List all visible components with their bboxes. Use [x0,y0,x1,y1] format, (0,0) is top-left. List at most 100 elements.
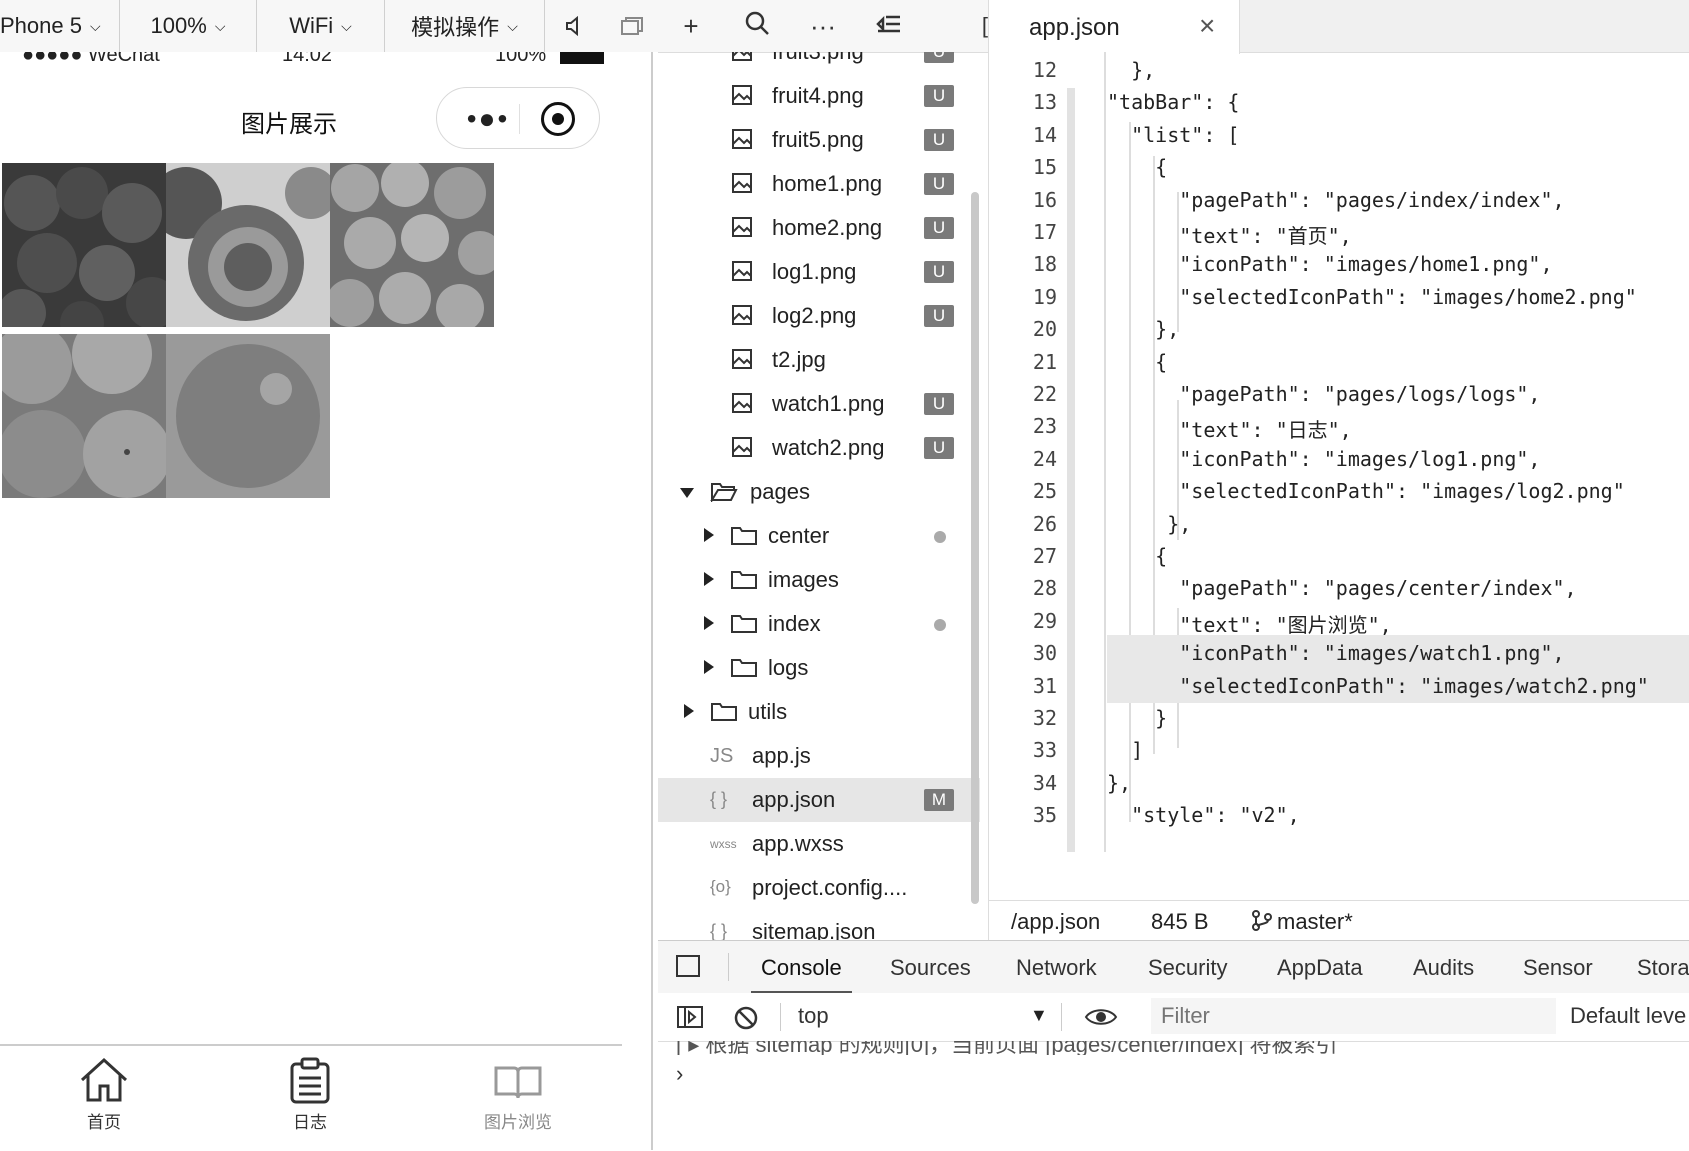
tree-folder-pages[interactable]: pages [658,470,980,514]
code-line[interactable]: 12 }, [989,52,1689,87]
console-filter-input[interactable] [1151,998,1556,1034]
folder-icon [731,571,757,589]
code-line[interactable]: 29 "text": "图片浏览", [989,603,1689,638]
code-line[interactable]: 19 "selectedIconPath": "images/home2.png… [989,279,1689,314]
fruit-image[interactable] [2,334,166,498]
tab-security[interactable]: Security [1148,955,1227,981]
code-line[interactable]: 26 }, [989,506,1689,541]
file-name: watch1.png [772,391,885,416]
clear-console-icon[interactable] [733,1005,759,1031]
tab-home[interactable]: 首页 [34,1056,174,1133]
code-line[interactable]: 16 "pagePath": "pages/index/index", [989,182,1689,217]
caret-right-icon [704,572,714,586]
tree-folder[interactable]: logs [658,646,980,690]
tab-app-json[interactable]: app.json × [989,0,1240,54]
tab-sources[interactable]: Sources [890,955,971,981]
tree-file[interactable]: watch2.png U [658,426,980,470]
operation-select[interactable]: 模拟操作 ⌵ [385,0,545,52]
code-line[interactable]: 24 "iconPath": "images/log1.png", [989,441,1689,476]
code-line[interactable]: 20 }, [989,311,1689,346]
network-select[interactable]: WiFi ⌵ [257,0,385,52]
inspect-element-icon[interactable] [676,955,700,977]
line-number: 14 [1032,122,1057,147]
tab-console[interactable]: Console [751,955,852,994]
log-levels-select[interactable]: Default leve [1570,1003,1686,1029]
code-line[interactable]: 22 "pagePath": "pages/logs/logs", [989,376,1689,411]
code-line[interactable]: 17 "text": "首页", [989,214,1689,249]
tree-file[interactable]: fruit5.png U [658,118,980,162]
tree-file-selected[interactable]: { } app.json M [658,778,980,822]
code-line[interactable]: 35 "style": "v2", [989,797,1689,832]
code-line[interactable]: 31 "selectedIconPath": "images/watch2.pn… [989,667,1689,703]
tree-file[interactable]: fruit3.png U [658,52,980,74]
code-line[interactable]: 25 "selectedIconPath": "images/log2.png" [989,473,1689,508]
code-area[interactable]: 12 }, 13 "tabBar": {14 "list": [15 {16 "pa… [989,52,1689,900]
tab-appdata[interactable]: AppData [1277,955,1363,981]
code-line[interactable]: 27 { [989,538,1689,573]
panel-icon[interactable]: [ [922,13,988,39]
code-line[interactable]: 32 } [989,700,1689,735]
tree-file[interactable]: JS app.js [658,734,980,778]
tree-folder[interactable]: images [658,558,980,602]
tree-file[interactable]: wxss app.wxss [658,822,980,866]
device-select[interactable]: Phone 5 ⌵ [0,0,120,52]
console-prompt[interactable]: › [676,1061,683,1087]
chevron-down-icon: ⌵ [214,17,226,34]
fruit-image[interactable] [2,163,166,327]
code-line[interactable]: 28 "pagePath": "pages/center/index", [989,570,1689,605]
explorer-scrollbar[interactable] [971,192,979,904]
zoom-select[interactable]: 100% ⌵ [120,0,257,52]
eye-icon[interactable] [1084,1005,1118,1029]
tab-sensor[interactable]: Sensor [1523,955,1593,981]
line-number: 15 [1032,155,1057,180]
tree-file[interactable]: t2.jpg [658,338,980,382]
code-line[interactable]: 13 "tabBar": { [989,84,1689,119]
tab-network[interactable]: Network [1016,955,1097,981]
collapse-icon[interactable] [856,11,922,42]
window-button[interactable] [603,0,660,52]
speaker-button[interactable] [545,0,603,52]
tree-file[interactable]: log1.png U [658,250,980,294]
code-line[interactable]: 15 { [989,149,1689,184]
code-line[interactable]: 14 "list": [ [989,117,1689,152]
tree-file[interactable]: watch1.png U [658,382,980,426]
code-line[interactable]: 21 { [989,344,1689,379]
orange-image[interactable] [166,334,330,498]
tree-file[interactable]: home1.png U [658,162,980,206]
code-line[interactable]: 18 "iconPath": "images/home1.png", [989,246,1689,281]
tree-folder[interactable]: index [658,602,980,646]
branch-name[interactable]: master* [1277,909,1353,935]
tree-file[interactable]: {o} project.config.... [658,866,980,910]
tree-folder-utils[interactable]: utils [658,690,980,734]
tab-audits[interactable]: Audits [1413,955,1474,981]
fruit-image[interactable] [330,163,494,327]
more-icon[interactable]: ··· [790,11,856,42]
line-text: { [1107,349,1168,374]
fruit-image[interactable] [166,163,330,327]
line-text: "pagePath": "pages/index/index", [1107,187,1565,212]
sidebar-toggle-icon[interactable] [676,1005,704,1029]
more-icon[interactable]: •●• [457,104,519,134]
tree-folder[interactable]: center [658,514,980,558]
line-number: 12 [1032,58,1057,82]
close-target-icon[interactable] [541,102,575,136]
code-line[interactable]: 34}, [989,765,1689,800]
tab-gallery[interactable]: 图片浏览 [448,1056,588,1133]
code-line[interactable]: 33 ] [989,732,1689,767]
tree-file[interactable]: { } sitemap.json [658,910,980,940]
panel-splitter[interactable] [622,52,658,1150]
line-text: "pagePath": "pages/center/index", [1107,576,1577,601]
tree-file[interactable]: log2.png U [658,294,980,338]
add-icon[interactable]: + [658,11,724,42]
tab-storage[interactable]: Stora [1637,955,1689,981]
context-select[interactable]: top [798,1003,829,1029]
file-name: home2.png [772,215,883,240]
tree-file[interactable]: home2.png U [658,206,980,250]
tree-file[interactable]: fruit4.png U [658,74,980,118]
code-line[interactable]: 30 "iconPath": "images/watch1.png", [989,635,1689,671]
line-number: 19 [1032,284,1057,309]
search-icon[interactable] [724,10,790,43]
code-line[interactable]: 23 "text": "日志", [989,408,1689,443]
close-icon[interactable]: × [1199,10,1215,42]
tab-logs[interactable]: 日志 [240,1056,380,1133]
